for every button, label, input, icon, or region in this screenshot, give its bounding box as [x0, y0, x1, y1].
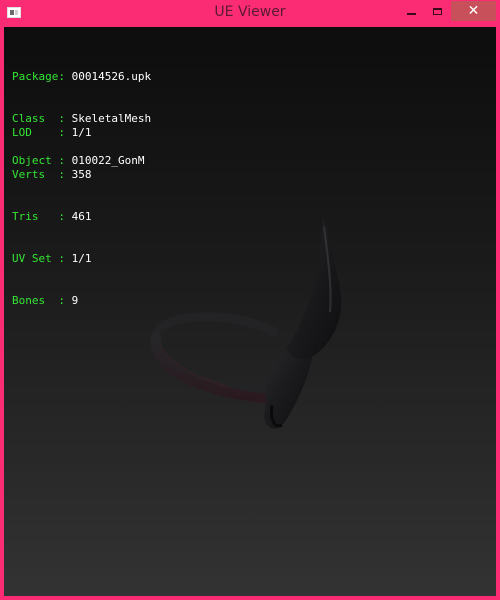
skeletal-mesh-render: [150, 213, 342, 429]
minimize-button[interactable]: [398, 1, 424, 21]
minimize-icon: [406, 13, 416, 15]
app-window: UE Viewer ✕ Package: 00014526.upk Class …: [0, 0, 500, 600]
maximize-button[interactable]: [424, 1, 450, 21]
close-button[interactable]: ✕: [451, 1, 496, 21]
title-bar[interactable]: UE Viewer ✕: [0, 0, 500, 27]
mesh-horn-spike: [286, 213, 342, 359]
maximize-icon: [432, 7, 442, 15]
close-icon: ✕: [467, 3, 480, 19]
3d-viewport[interactable]: Package: 00014526.upk Class : SkeletalMe…: [4, 27, 496, 596]
